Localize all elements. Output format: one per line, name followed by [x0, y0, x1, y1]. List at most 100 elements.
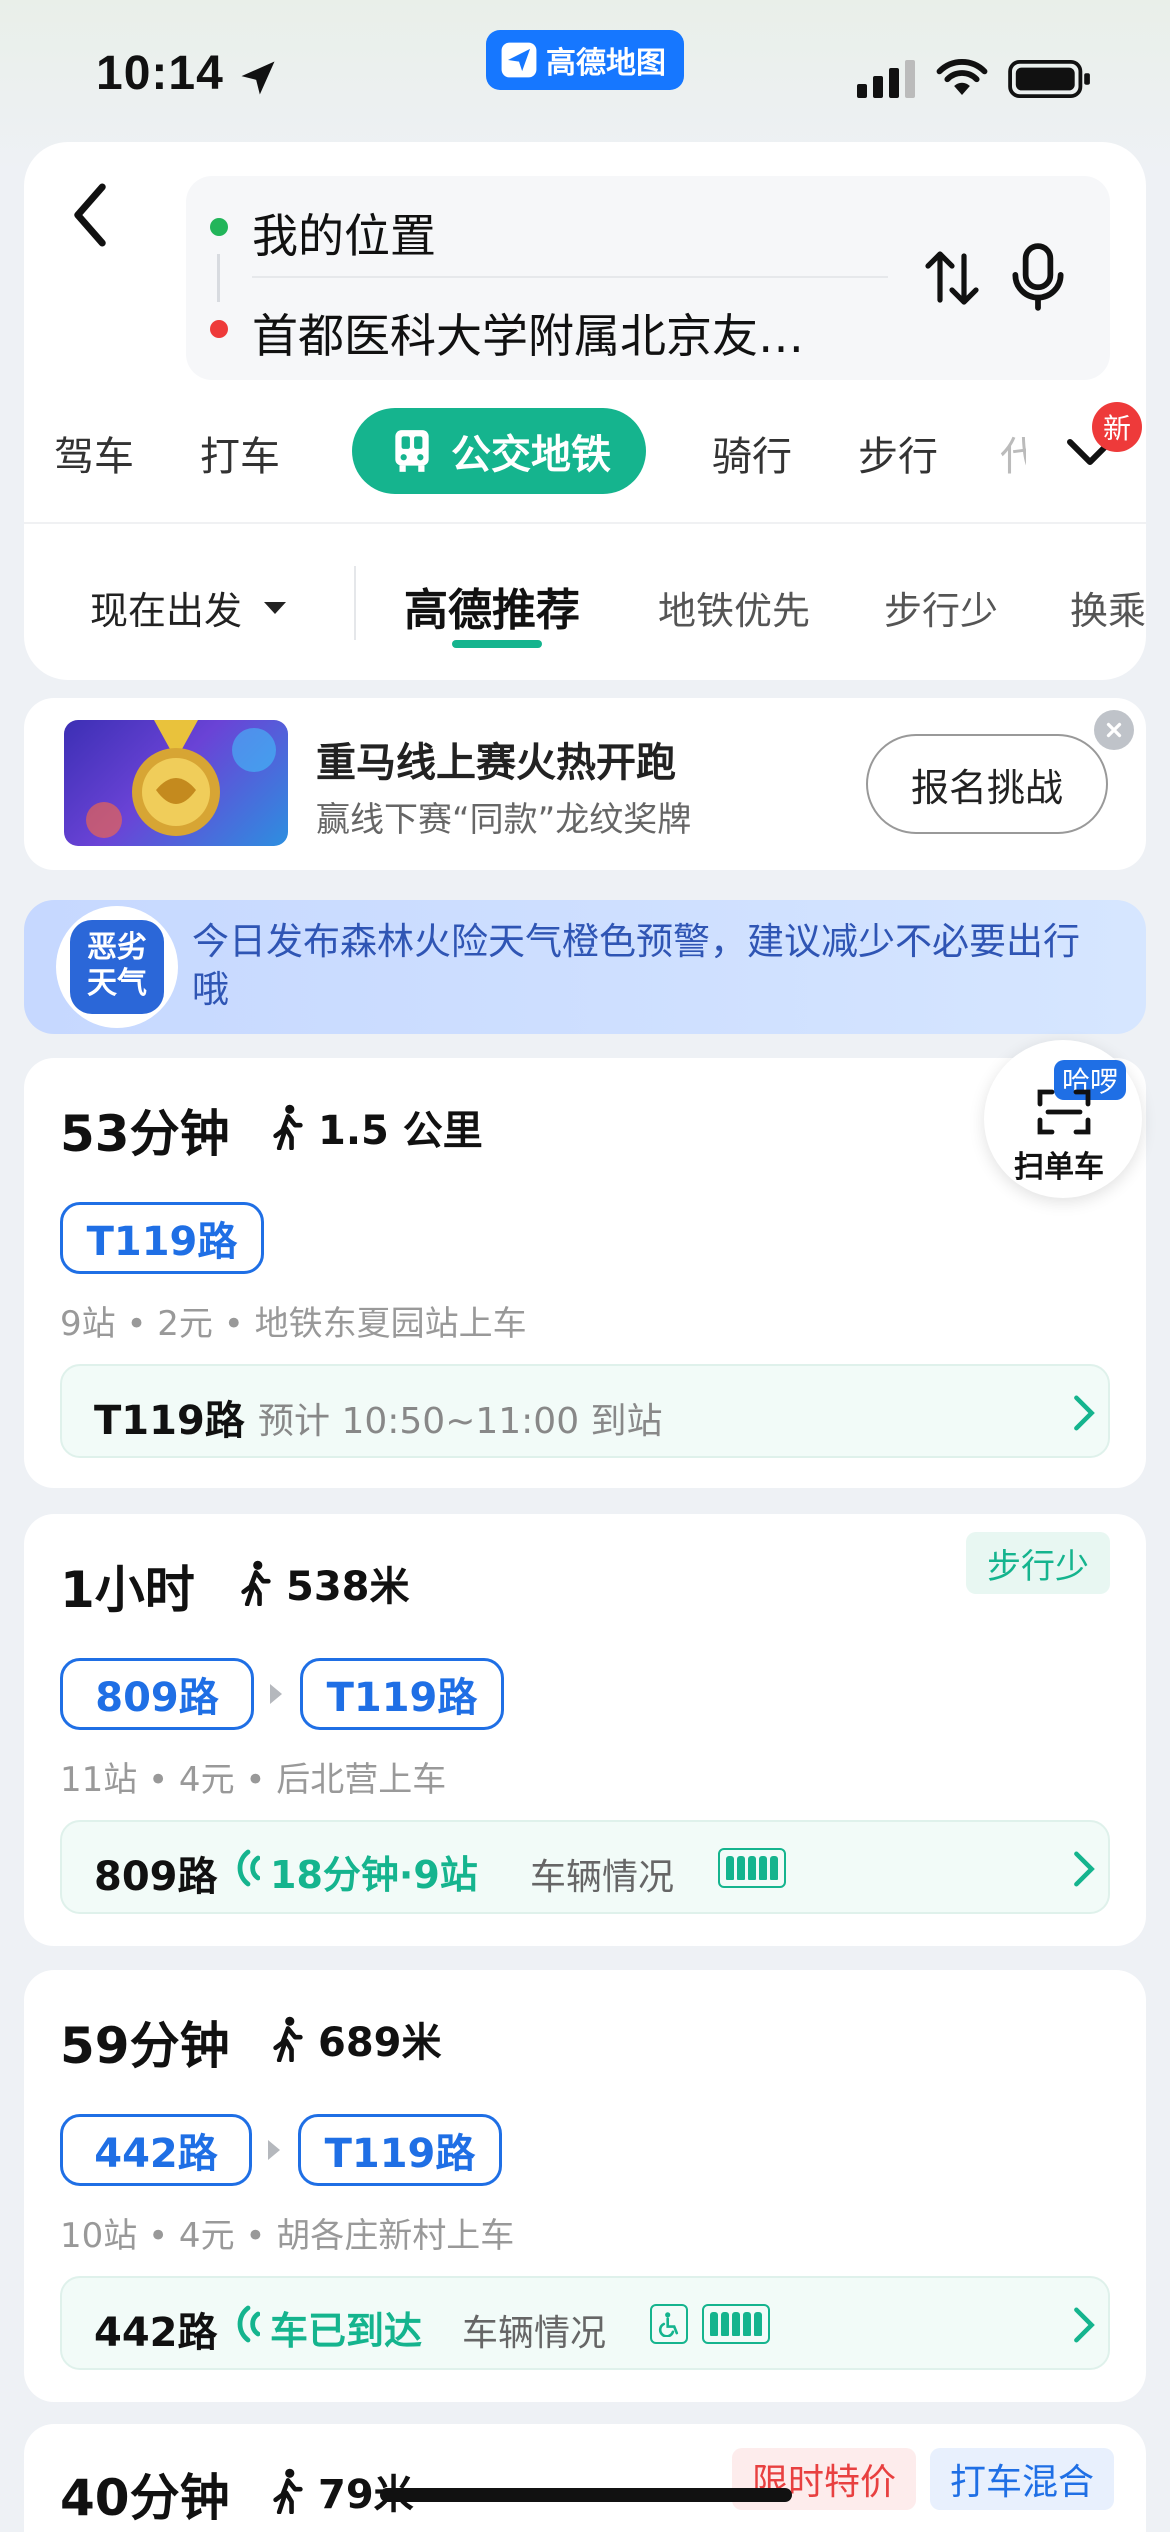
tab-taxi[interactable]: 打车	[200, 424, 280, 482]
filter-transfer-partial[interactable]: 换乘	[1070, 580, 1146, 635]
route-duration: 1小时	[60, 1561, 195, 1619]
promo-signup-button[interactable]: 报名挑战	[866, 734, 1108, 834]
route-duration: 53分钟	[60, 1105, 230, 1163]
wifi-icon	[936, 59, 988, 95]
chevron-right-icon	[1074, 1851, 1095, 1887]
eta-line-name: T119路	[94, 1398, 245, 1444]
microphone-icon[interactable]	[1006, 242, 1070, 312]
crowding-icon	[702, 2304, 770, 2344]
walk-distance: 689米	[270, 2010, 442, 2068]
status-time: 10:14	[96, 47, 224, 100]
filter-recommend[interactable]: 高德推荐	[404, 574, 580, 638]
cellular-signal-icon	[857, 60, 915, 98]
live-signal-icon	[237, 1849, 260, 1887]
walk-distance: 1.5 公里	[270, 1098, 483, 1156]
walk-distance: 538米	[238, 1554, 410, 1612]
origin-field[interactable]: 我的位置	[252, 200, 436, 266]
arrival-info[interactable]: T119路 预计 10:50~11:00 到站	[60, 1364, 1110, 1458]
promo-banner[interactable]: 重马线上赛火热开跑 赢线下赛“同款”龙纹奖牌 报名挑战	[24, 698, 1146, 870]
eta-live-status: 车已到达	[270, 2309, 423, 2353]
tab-more-partial[interactable]: 代	[1000, 424, 1026, 482]
eta-estimate: 预计 10:50~11:00 到站	[258, 1401, 663, 1442]
walking-person-icon	[241, 1560, 271, 1606]
location-arrow-icon	[241, 61, 275, 95]
battery-icon	[1008, 60, 1090, 98]
taxi-mixed-tag: 打车混合	[930, 2448, 1114, 2510]
wheelchair-icon	[650, 2304, 688, 2344]
status-bar: 10:14 高德地图	[0, 0, 1170, 140]
destination-field[interactable]: 首都医科大学附属北京友…	[252, 300, 842, 366]
eta-live-status: 18分钟·9站	[270, 1853, 478, 1897]
medal-promo-image	[64, 720, 288, 846]
route-connector	[217, 254, 220, 302]
less-walk-tag: 步行少	[966, 1532, 1110, 1594]
filter-less-walk[interactable]: 步行少	[884, 580, 998, 635]
tab-transit[interactable]: 公交地铁	[352, 408, 646, 494]
walking-person-icon	[273, 2016, 303, 2062]
bus-line-chip: 442路	[60, 2114, 252, 2186]
close-icon[interactable]	[1094, 710, 1134, 750]
app-return-pill[interactable]: 高德地图	[486, 30, 684, 90]
walking-person-icon	[273, 2468, 303, 2514]
scan-icon	[1037, 1089, 1091, 1135]
walk-distance-value: 538米	[286, 1564, 410, 1610]
depart-label: 现在出发	[90, 589, 243, 633]
crowding-icon	[718, 1848, 786, 1888]
filter-active-underline	[452, 640, 542, 648]
promo-title: 重马线上赛火热开跑	[316, 740, 676, 786]
medal-icon	[86, 720, 276, 838]
depart-time-selector[interactable]: 现在出发	[90, 580, 287, 635]
arrival-info[interactable]: 809路 18分钟·9站 车辆情况	[60, 1820, 1110, 1914]
route-divider	[252, 276, 888, 278]
weather-icon-line1: 恶劣	[87, 930, 147, 965]
home-indicator[interactable]	[380, 2488, 792, 2502]
eta-line-name: 809路	[94, 1854, 218, 1900]
tab-drive[interactable]: 驾车	[54, 424, 134, 482]
weather-icon-line2: 天气	[87, 966, 147, 1001]
route-input-box: 我的位置 首都医科大学附属北京友…	[186, 176, 1110, 380]
arrival-info[interactable]: 442路 车已到达 车辆情况	[60, 2276, 1110, 2370]
bus-icon	[395, 430, 429, 472]
filter-subway-first[interactable]: 地铁优先	[658, 580, 810, 635]
chevron-right-icon	[1074, 1395, 1095, 1431]
bus-line-chip: 809路	[60, 1658, 254, 1730]
origin-dot-icon	[210, 218, 228, 236]
weather-alert-text: 今日发布森林火险天气橙色预警，建议减少不必要出行哦	[192, 920, 1080, 1011]
new-badge: 新	[1092, 402, 1142, 452]
weather-alert-banner[interactable]: 恶劣 天气 今日发布森林火险天气橙色预警，建议减少不必要出行哦	[24, 900, 1146, 1034]
promo-subtitle: 赢线下赛“同款”龙纹奖牌	[316, 800, 692, 840]
route-meta: 10站 • 4元 • 胡各庄新村上车	[60, 2216, 515, 2256]
eta-line-name: 442路	[94, 2310, 218, 2356]
live-signal-icon	[237, 2305, 260, 2343]
tab-ride[interactable]: 骑行	[712, 424, 792, 482]
dropdown-caret-icon	[264, 601, 287, 614]
app-name: 高德地图	[546, 46, 666, 81]
swap-route-icon[interactable]	[920, 246, 984, 310]
transfer-arrow-icon	[268, 2140, 280, 2160]
severe-weather-icon: 恶劣 天气	[56, 906, 178, 1028]
tab-walk[interactable]: 步行	[858, 424, 938, 482]
amap-logo-icon	[501, 42, 537, 78]
walking-person-icon	[273, 1104, 303, 1150]
route-meta: 11站 • 4元 • 后北营上车	[60, 1760, 447, 1800]
route-duration: 59分钟	[60, 2017, 230, 2075]
vehicle-status-label: 车辆情况	[530, 1857, 675, 1898]
tab-transit-label: 公交地铁	[451, 432, 611, 478]
route-duration: 40分钟	[60, 2469, 230, 2527]
bus-line-chip: T119路	[298, 2114, 502, 2186]
vehicle-status-label: 车辆情况	[462, 2313, 607, 2354]
transfer-arrow-icon	[270, 1684, 282, 1704]
route-option-3[interactable]: 59分钟 689米 442路 T119路 10站 • 4元 • 胡各庄新村上车 …	[24, 1970, 1146, 2402]
walk-distance-value: 1.5 公里	[318, 1108, 483, 1154]
destination-dot-icon	[210, 320, 228, 338]
route-meta: 9站 • 2元 • 地铁东夏园站上车	[60, 1304, 527, 1344]
filter-divider	[354, 566, 356, 640]
chevron-right-icon	[1074, 2307, 1095, 2343]
scan-bike-label: 扫单车	[1014, 1150, 1104, 1185]
route-option-1[interactable]: 53分钟 1.5 公里 T119路 9站 • 2元 • 地铁东夏园站上车 T11…	[24, 1058, 1146, 1488]
back-icon[interactable]	[60, 180, 120, 250]
bus-line-chip: T119路	[60, 1202, 264, 1274]
walk-distance-value: 689米	[318, 2020, 442, 2066]
bus-line-chip: T119路	[300, 1658, 504, 1730]
tabs-divider	[24, 522, 1146, 524]
